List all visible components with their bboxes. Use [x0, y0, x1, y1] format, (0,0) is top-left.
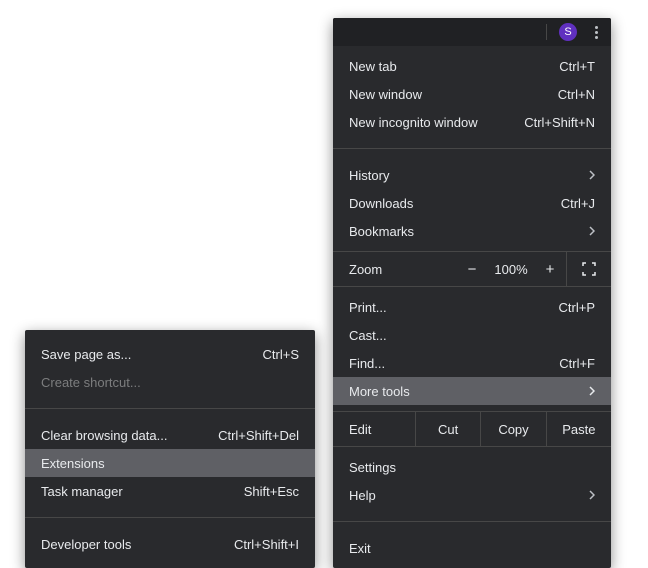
submenu-clear-browsing-data[interactable]: Clear browsing data... Ctrl+Shift+Del: [25, 421, 315, 449]
menu-label: History: [349, 168, 581, 183]
menu-bookmarks[interactable]: Bookmarks: [333, 217, 611, 245]
menu-label: New tab: [349, 59, 549, 74]
zoom-in-button[interactable]: +: [534, 261, 566, 278]
menu-label: Find...: [349, 356, 549, 371]
submenu-task-manager[interactable]: Task manager Shift+Esc: [25, 477, 315, 505]
paste-button[interactable]: Paste: [546, 412, 611, 446]
menu-label: New incognito window: [349, 115, 514, 130]
zoom-row: Zoom − 100% +: [333, 251, 611, 287]
submenu-save-page[interactable]: Save page as... Ctrl+S: [25, 340, 315, 368]
chevron-right-icon: [589, 170, 595, 180]
menu-help[interactable]: Help: [333, 481, 611, 509]
menu-label: Downloads: [349, 196, 551, 211]
separator: [25, 408, 315, 409]
menu-label: Clear browsing data...: [41, 428, 208, 443]
menu-label: Help: [349, 488, 581, 503]
menu-shortcut: Shift+Esc: [244, 484, 299, 499]
menu-label: Create shortcut...: [41, 375, 299, 390]
menu-history[interactable]: History: [333, 161, 611, 189]
fullscreen-icon[interactable]: [566, 252, 611, 286]
menu-label: More tools: [349, 384, 581, 399]
menu-exit[interactable]: Exit: [333, 534, 611, 562]
menu-shortcut: Ctrl+T: [559, 59, 595, 74]
menu-new-tab[interactable]: New tab Ctrl+T: [333, 52, 611, 80]
menu-label: Settings: [349, 460, 595, 475]
cut-button[interactable]: Cut: [415, 412, 480, 446]
menu-shortcut: Ctrl+N: [558, 87, 595, 102]
menu-label: Developer tools: [41, 537, 224, 552]
kebab-menu-icon[interactable]: [589, 23, 603, 41]
menu-settings[interactable]: Settings: [333, 453, 611, 481]
avatar-letter: S: [564, 26, 571, 38]
menu-new-window[interactable]: New window Ctrl+N: [333, 80, 611, 108]
titlebar: S: [333, 18, 611, 46]
menu-downloads[interactable]: Downloads Ctrl+J: [333, 189, 611, 217]
submenu-create-shortcut: Create shortcut...: [25, 368, 315, 396]
menu-cast[interactable]: Cast...: [333, 321, 611, 349]
zoom-out-button[interactable]: −: [456, 261, 488, 278]
menu-label: Save page as...: [41, 347, 253, 362]
titlebar-separator: [546, 24, 547, 40]
menu-label: New window: [349, 87, 548, 102]
chevron-right-icon: [589, 226, 595, 236]
menu-new-incognito[interactable]: New incognito window Ctrl+Shift+N: [333, 108, 611, 136]
edit-label: Edit: [333, 422, 415, 437]
chevron-right-icon: [589, 386, 595, 396]
profile-avatar[interactable]: S: [559, 23, 577, 41]
submenu-extensions[interactable]: Extensions: [25, 449, 315, 477]
edit-row: Edit Cut Copy Paste: [333, 411, 611, 447]
menu-more-tools[interactable]: More tools: [333, 377, 611, 405]
menu-shortcut: Ctrl+Shift+N: [524, 115, 595, 130]
separator: [333, 521, 611, 522]
menu-shortcut: Ctrl+F: [559, 356, 595, 371]
chevron-right-icon: [589, 490, 595, 500]
menu-label: Exit: [349, 541, 595, 556]
menu-find[interactable]: Find... Ctrl+F: [333, 349, 611, 377]
copy-button[interactable]: Copy: [480, 412, 545, 446]
separator: [25, 517, 315, 518]
submenu-developer-tools[interactable]: Developer tools Ctrl+Shift+I: [25, 530, 315, 558]
separator: [333, 148, 611, 149]
chrome-main-menu: S New tab Ctrl+T New window Ctrl+N New i…: [333, 18, 611, 568]
zoom-label: Zoom: [333, 262, 425, 277]
menu-label: Print...: [349, 300, 549, 315]
menu-shortcut: Ctrl+P: [559, 300, 595, 315]
menu-label: Task manager: [41, 484, 234, 499]
menu-shortcut: Ctrl+Shift+Del: [218, 428, 299, 443]
menu-shortcut: Ctrl+S: [263, 347, 299, 362]
menu-shortcut: Ctrl+J: [561, 196, 595, 211]
more-tools-submenu: Save page as... Ctrl+S Create shortcut..…: [25, 330, 315, 568]
zoom-value: 100%: [488, 262, 534, 277]
menu-shortcut: Ctrl+Shift+I: [234, 537, 299, 552]
menu-label: Extensions: [41, 456, 299, 471]
menu-print[interactable]: Print... Ctrl+P: [333, 293, 611, 321]
menu-label: Bookmarks: [349, 224, 581, 239]
menu-label: Cast...: [349, 328, 595, 343]
